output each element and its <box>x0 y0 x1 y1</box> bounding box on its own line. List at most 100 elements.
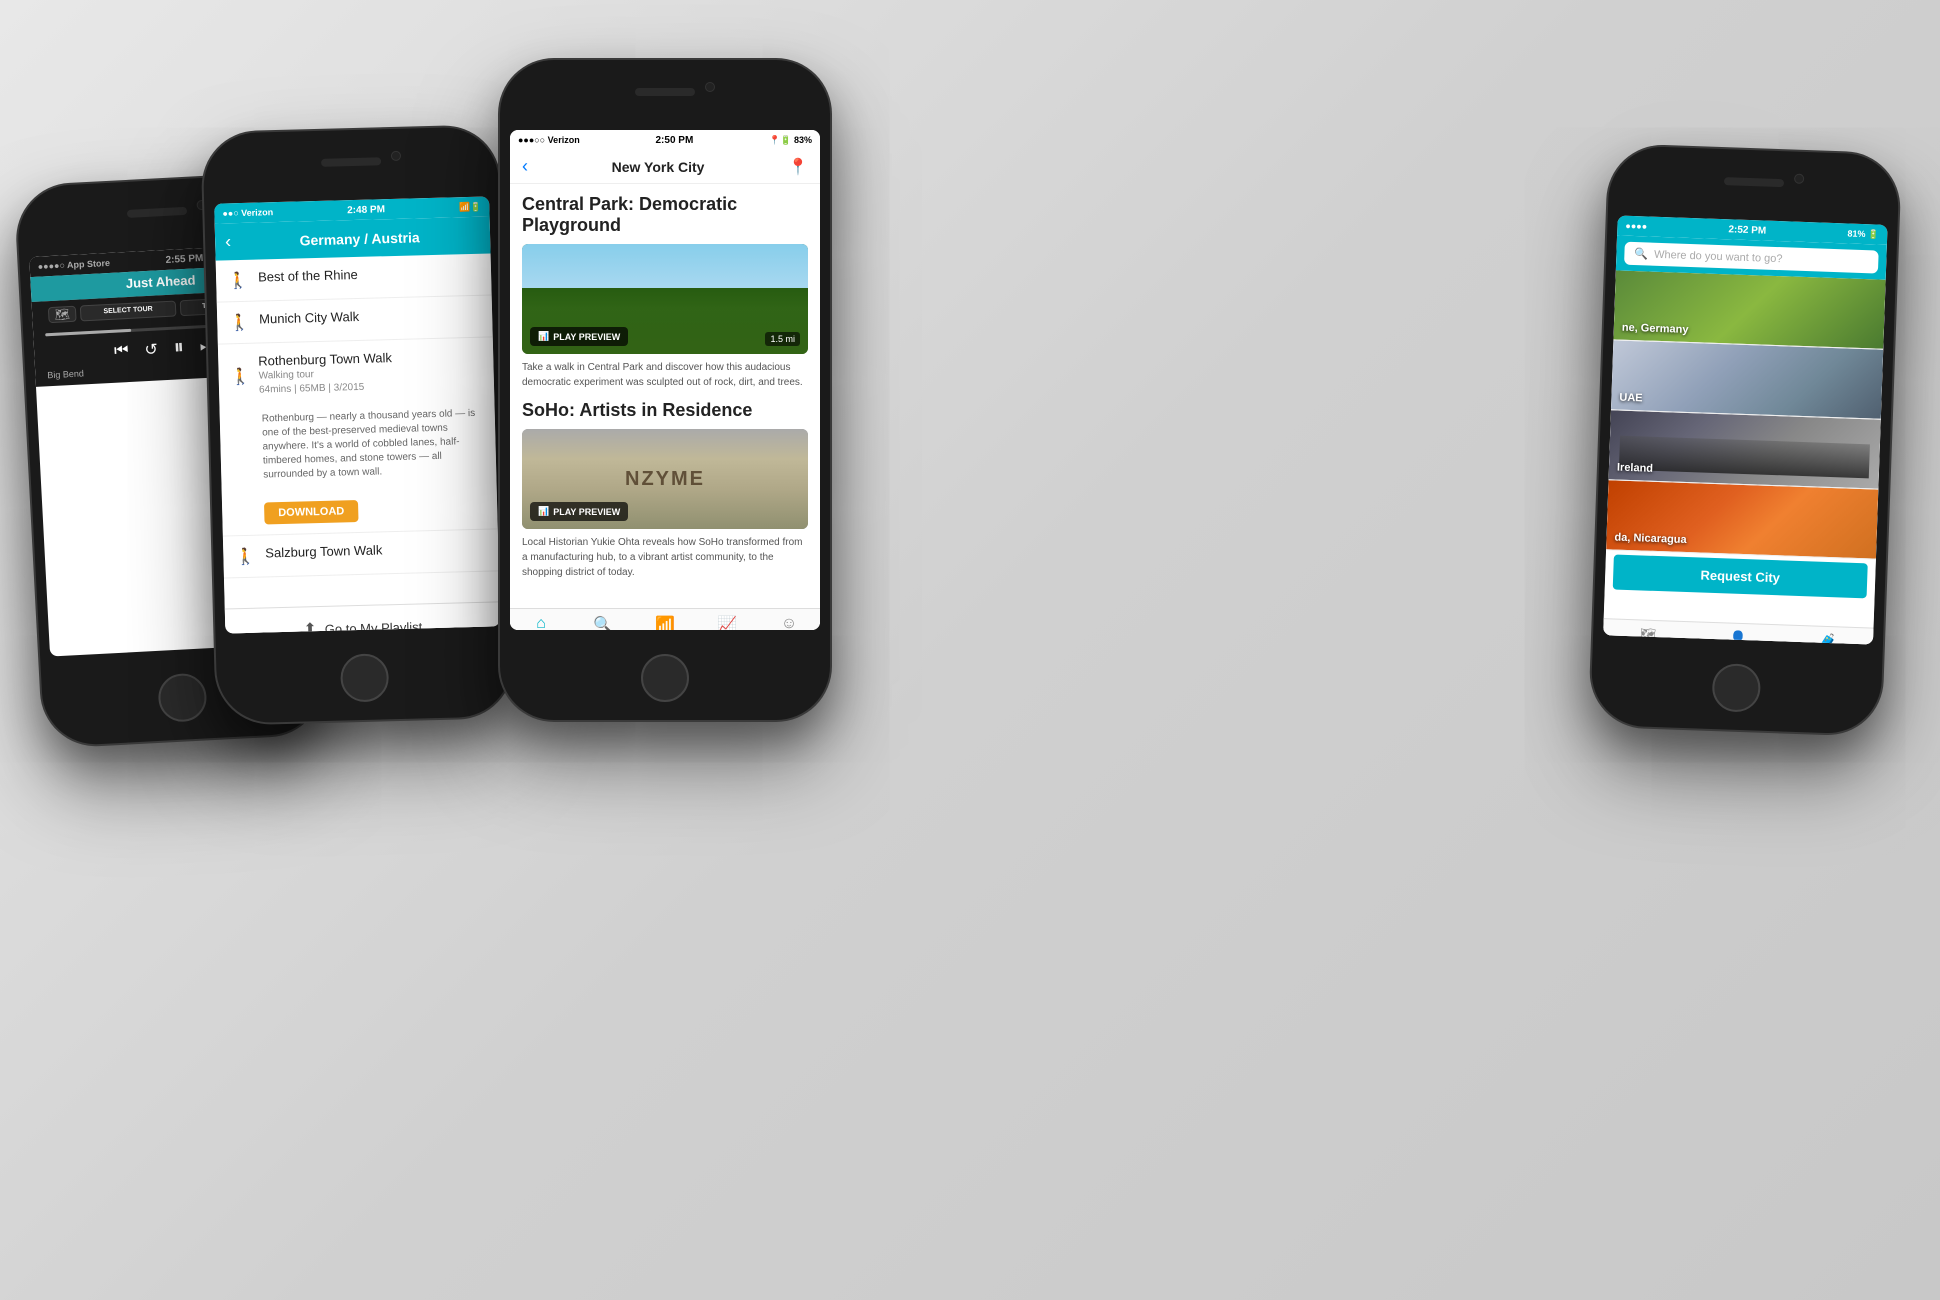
munich-title: Munich City Walk <box>259 306 480 327</box>
rothenburg-body: Rothenburg — nearly a thousand years old… <box>232 407 485 484</box>
trips-tab-icon: 🧳 <box>1819 633 1837 645</box>
search-bar[interactable]: 🔍 Where do you want to go? <box>1624 242 1879 274</box>
play-preview-label-2: PLAY PREVIEW <box>553 507 620 517</box>
status-carrier-1: ●●●●○ App Store <box>37 258 110 272</box>
phone-3-screen: ●●●○○ Verizon 2:50 PM 📍🔋 83% ‹ New York … <box>510 130 820 630</box>
search-icon: 🔍 <box>1634 247 1648 260</box>
map-tab-icon: 🗺 <box>1639 626 1657 644</box>
bar-chart-icon-2: 📊 <box>538 506 549 517</box>
tab-me[interactable]: ☺ Me <box>758 615 820 630</box>
bar-chart-icon: 📊 <box>538 331 549 342</box>
places-screen: 🔍 Where do you want to go? ne, Germany U… <box>1603 235 1887 644</box>
salzburg-title: Salzburg Town Walk <box>265 540 486 561</box>
list-item-munich[interactable]: 🚶 Munich City Walk <box>217 295 493 344</box>
status-battery-3: 📍🔋 83% <box>769 135 812 146</box>
ireland-image <box>1609 410 1881 488</box>
rothenburg-header-row: 🚶 Rothenburg Town Walk Walking tour 64mi… <box>230 348 482 400</box>
phone-germany-austria: ●●○ Verizon 2:48 PM 📶🔋 ‹ Germany / Austr… <box>202 126 512 724</box>
search-placeholder: Where do you want to go? <box>1654 248 1783 264</box>
places-tab-bar: 🗺 Map 👤 Places 🧳 My Trips <box>1603 618 1873 644</box>
phone-new-york: ●●●○○ Verizon 2:50 PM 📍🔋 83% ‹ New York … <box>500 60 830 720</box>
nyc-title: New York City <box>528 159 788 175</box>
place-card-ireland[interactable]: Ireland <box>1609 410 1881 489</box>
just-ahead-title: Just Ahead <box>126 272 196 291</box>
duration-badge-1: 1.5 mi <box>765 332 800 346</box>
germany-label: ne, Germany <box>1622 322 1689 336</box>
nyc-tab-bar: ⌂ Home 🔍 Store 📶 Library 📈 Timeline ☺ <box>510 608 820 630</box>
list-item-rhine[interactable]: 🚶 Best of the Rhine <box>216 253 492 302</box>
soho-image: NZYME 📊 PLAY PREVIEW <box>522 429 808 529</box>
phone-camera-3 <box>705 82 715 92</box>
home-button-3[interactable] <box>641 654 689 702</box>
munich-content: Munich City Walk <box>259 306 480 329</box>
tab4-map[interactable]: 🗺 Map <box>1603 625 1693 644</box>
uae-image <box>1611 340 1883 418</box>
location-icon: 📍 <box>788 157 808 177</box>
status-time-2: 2:48 PM <box>347 204 385 216</box>
library-icon: 📶 <box>655 615 675 630</box>
status-icons-2: 📶🔋 <box>459 201 482 213</box>
park-sky <box>522 244 808 288</box>
ireland-overlay <box>1619 435 1870 478</box>
play-preview-2[interactable]: 📊 PLAY PREVIEW <box>530 502 628 521</box>
download-btn[interactable]: DOWNLOAD <box>264 500 359 524</box>
back-btn-2[interactable]: ‹ <box>225 231 232 252</box>
play-preview-label-1: PLAY PREVIEW <box>553 332 620 342</box>
list-item-rothenburg[interactable]: 🚶 Rothenburg Town Walk Walking tour 64mi… <box>218 337 498 536</box>
rhine-content: Best of the Rhine <box>258 264 479 287</box>
download-area: DOWNLOAD <box>234 494 359 525</box>
central-park-title: Central Park: Democratic Playground <box>522 194 808 236</box>
germany-austria-screen: ‹ Germany / Austria 🚶 Best of the Rhine … <box>215 216 501 633</box>
request-city-btn[interactable]: Request City <box>1613 554 1868 598</box>
tab-store[interactable]: 🔍 Store <box>572 615 634 630</box>
rothenburg-icon: 🚶 <box>230 367 251 388</box>
rewind-btn[interactable]: ⏮ <box>114 342 129 361</box>
nyc-content: Central Park: Democratic Playground 📊 PL… <box>510 184 820 608</box>
phone-speaker-3 <box>635 88 695 96</box>
phone-2-screen: ●●○ Verizon 2:48 PM 📶🔋 ‹ Germany / Austr… <box>214 196 500 633</box>
tab4-mytrips[interactable]: 🧳 My Trips <box>1782 631 1873 644</box>
salzburg-content: Salzburg Town Walk <box>265 540 486 563</box>
status-carrier-3: ●●●○○ Verizon <box>518 135 580 145</box>
phone-4-screen: ●●●● 2:52 PM 81% 🔋 🔍 Where do you want t… <box>1603 215 1887 644</box>
nicaragua-image <box>1606 480 1878 558</box>
germany-austria-title: Germany / Austria <box>239 227 480 249</box>
status-carrier-4: ●●●● <box>1625 221 1647 232</box>
place-card-uae[interactable]: UAE <box>1611 340 1883 419</box>
phone-speaker <box>127 207 187 218</box>
list-item-salzburg[interactable]: 🚶 Salzburg Town Walk <box>223 529 499 578</box>
phone-camera-4 <box>1794 174 1804 184</box>
place-card-nicaragua[interactable]: da, Nicaragua <box>1606 480 1878 559</box>
tab4-places[interactable]: 👤 Places <box>1692 628 1783 644</box>
home-button-4[interactable] <box>1712 663 1762 713</box>
phone-speaker-2 <box>321 157 381 167</box>
tab-timeline[interactable]: 📈 Timeline <box>696 615 758 630</box>
play-preview-1[interactable]: 📊 PLAY PREVIEW <box>530 327 628 346</box>
status-carrier-2: ●●○ Verizon <box>222 207 273 218</box>
rothenburg-meta: 64mins | 65MB | 3/2015 <box>259 379 482 396</box>
central-park-image: 📊 PLAY PREVIEW 1.5 mi <box>522 244 808 354</box>
rhine-title: Best of the Rhine <box>258 264 479 285</box>
status-battery-4: 81% 🔋 <box>1847 228 1879 240</box>
select-tour-btn[interactable]: SELECT TOUR <box>80 300 177 321</box>
share-icon: ⬆ <box>303 619 317 633</box>
pause-btn[interactable]: ⏸ <box>173 336 184 359</box>
salzburg-icon: 🚶 <box>235 547 256 568</box>
home-button-2[interactable] <box>340 653 389 702</box>
status-bar-3: ●●●○○ Verizon 2:50 PM 📍🔋 83% <box>510 130 820 150</box>
tour-list: 🚶 Best of the Rhine 🚶 Munich City Walk 🚶 <box>216 253 500 608</box>
me-icon: ☺ <box>781 615 797 630</box>
place-card-germany[interactable]: ne, Germany <box>1613 270 1885 349</box>
progress-fill <box>45 328 131 335</box>
replay-btn[interactable]: ↺ <box>144 339 158 360</box>
status-time-1: 2:55 PM <box>165 252 203 265</box>
places-tab-icon: 👤 <box>1729 630 1747 645</box>
tab-library[interactable]: 📶 Library <box>634 615 696 630</box>
munich-icon: 🚶 <box>229 313 250 334</box>
tab-home[interactable]: ⌂ Home <box>510 615 572 630</box>
timeline-icon: 📈 <box>717 615 737 630</box>
status-time-3: 2:50 PM <box>655 135 693 146</box>
home-button-1[interactable] <box>157 672 207 722</box>
nyc-screen: ‹ New York City 📍 Central Park: Democrat… <box>510 150 820 630</box>
map-icon-btn[interactable]: 🗺 <box>48 306 77 323</box>
